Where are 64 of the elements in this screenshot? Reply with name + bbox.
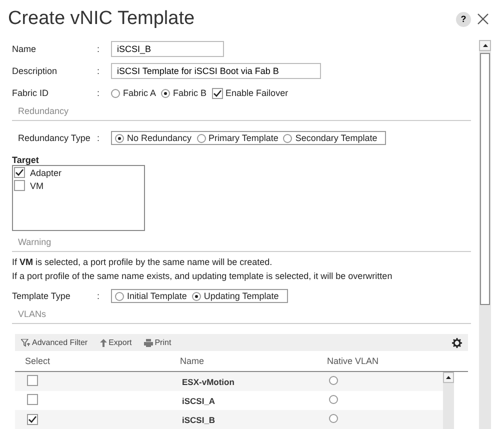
help-button[interactable]: ? (456, 12, 471, 26)
checkbox[interactable] (27, 375, 38, 386)
warning-text: If VM is selected, a port profile by the same name will be created. (12, 256, 274, 269)
section-title: VLANs (18, 309, 48, 319)
section-title: Redundancy (18, 106, 70, 116)
radio-button[interactable] (115, 134, 124, 142)
table-cell-text: iSCSI_A (182, 396, 216, 406)
checkbox[interactable] (14, 180, 25, 191)
close-icon[interactable] (477, 13, 489, 25)
checkbox[interactable] (14, 167, 25, 178)
radio-button[interactable] (111, 88, 120, 98)
column-header: Name (180, 356, 206, 366)
field-label: Description (12, 66, 58, 76)
radio-button[interactable] (115, 292, 124, 300)
text-field[interactable]: iSCSI_B (111, 41, 224, 57)
radio-label: Primary Template (208, 133, 278, 143)
radio-button[interactable] (283, 134, 292, 142)
radio-label: Secondary Template (295, 133, 378, 143)
checkbox-label: Enable Failover (226, 88, 288, 98)
table-cell-text: ESX-vMotion (182, 376, 236, 386)
printer-icon (144, 338, 153, 346)
warning-text: If a port profile of the same name exists, and updating template is selected, it will be overwritten (12, 270, 394, 283)
radio-label: Fabric A (123, 88, 156, 98)
field-label: Fabric ID (12, 88, 50, 98)
checkbox[interactable] (212, 88, 223, 98)
target-label: Target (12, 155, 40, 165)
radio-button[interactable] (329, 376, 338, 385)
radio-button[interactable] (329, 414, 338, 423)
list-item-label: VM (30, 180, 44, 190)
settings-icon[interactable] (452, 338, 462, 348)
checkbox[interactable] (27, 394, 38, 405)
radio-button[interactable] (192, 292, 201, 300)
colon: : (97, 88, 101, 98)
up-arrow-icon[interactable] (482, 44, 488, 47)
radio-label: Updating Template (204, 291, 279, 301)
radio-label: No Redundancy (127, 133, 192, 143)
filter-icon (21, 338, 30, 346)
section-title: Warning (18, 237, 52, 247)
field-label: Template Type (12, 291, 72, 301)
scrollbar[interactable] (479, 40, 491, 429)
colon: : (97, 291, 101, 301)
radio-button[interactable] (196, 134, 206, 142)
colon: : (97, 44, 101, 54)
up-arrow-icon[interactable] (446, 376, 451, 379)
column-header: Select (25, 356, 52, 366)
list-item-label: Adapter (30, 168, 62, 178)
colon: : (97, 66, 101, 76)
radio-label: Initial Template (127, 291, 187, 301)
column-header: Native VLAN (327, 356, 380, 366)
dialog-title: Create vNIC Template (8, 8, 196, 30)
text-field[interactable]: iSCSI Template for iSCSI Boot via Fab B (111, 63, 321, 79)
radio-button[interactable] (161, 88, 170, 98)
toolbar-button[interactable]: Export (100, 338, 132, 347)
scrollbar[interactable] (443, 372, 454, 429)
radio-button[interactable] (329, 395, 338, 404)
colon: : (97, 133, 101, 143)
checkbox[interactable] (27, 414, 38, 424)
toolbar-button[interactable]: Advanced Filter (21, 338, 88, 347)
toolbar-button[interactable]: Print (144, 338, 172, 347)
field-label: Name (12, 44, 38, 54)
radio-label: Fabric B (173, 88, 207, 98)
table-cell-text: iSCSI_B (182, 414, 216, 424)
field-label: Redundancy Type (18, 133, 92, 143)
up-arrow-icon (100, 338, 107, 346)
